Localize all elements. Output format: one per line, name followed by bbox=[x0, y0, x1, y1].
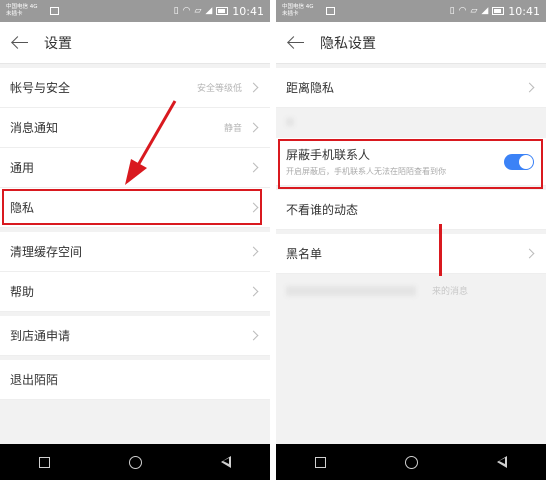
blurred-region bbox=[286, 286, 416, 296]
chevron-right-icon bbox=[248, 162, 259, 173]
carrier-line2: 未插卡 bbox=[6, 11, 23, 17]
wifi-icon: ◠ bbox=[182, 6, 191, 16]
wifi-icon: ◠ bbox=[458, 6, 467, 16]
privacy-row-hide-feed[interactable]: 不看谁的动态 bbox=[276, 190, 546, 230]
vibrate-icon: ▯ bbox=[173, 6, 179, 16]
sim-icon: ▱ bbox=[194, 6, 202, 16]
annotation-line bbox=[439, 224, 442, 276]
annotation-arrow-icon bbox=[125, 100, 177, 185]
square-icon[interactable] bbox=[315, 456, 327, 468]
carrier-info: 中国电信 4G 未插卡 bbox=[282, 4, 322, 18]
triangle-back-icon[interactable] bbox=[220, 456, 231, 468]
status-time: 10:41 bbox=[232, 4, 264, 18]
chevron-right-icon bbox=[524, 82, 535, 93]
row-label: 屏蔽手机联系人 bbox=[286, 148, 371, 162]
signal-icon: ◢ bbox=[205, 6, 213, 16]
privacy-row-blacklist[interactable]: 黑名单 bbox=[276, 234, 546, 274]
battery-icon bbox=[216, 7, 229, 15]
carrier-info: 中国电信 4G 未插卡 bbox=[6, 4, 46, 18]
circle-icon[interactable] bbox=[404, 455, 418, 469]
faint-text: 来的消息 bbox=[432, 287, 469, 297]
chevron-right-icon bbox=[248, 202, 259, 213]
chevron-right-icon bbox=[248, 286, 259, 297]
row-label: 退出陌陌 bbox=[10, 373, 59, 387]
page-title: 设置 bbox=[44, 35, 72, 52]
back-arrow-icon[interactable] bbox=[10, 31, 34, 55]
row-label: 清理缓存空间 bbox=[10, 245, 83, 259]
row-label: 帐号与安全 bbox=[10, 81, 71, 95]
status-time: 10:41 bbox=[508, 4, 540, 18]
privacy-row-distance[interactable]: 距离隐私 bbox=[276, 68, 546, 108]
row-label: 隐私 bbox=[10, 201, 35, 215]
carrier-line1: 中国电信 4G bbox=[6, 4, 38, 10]
settings-row-clear-cache[interactable]: 清理缓存空间 bbox=[0, 232, 270, 272]
system-nav-bar bbox=[276, 444, 546, 480]
sim-icon: ▱ bbox=[470, 6, 478, 16]
top-navbar: 设置 bbox=[0, 22, 270, 64]
image-notification-icon bbox=[50, 7, 59, 15]
page-title: 隐私设置 bbox=[320, 35, 376, 52]
row-label: 帮助 bbox=[10, 285, 35, 299]
chevron-right-icon bbox=[248, 82, 259, 93]
chevron-right-icon bbox=[248, 246, 259, 257]
row-label: 到店通申请 bbox=[10, 329, 71, 343]
chevron-right-icon bbox=[524, 248, 535, 259]
chevron-right-icon bbox=[248, 330, 259, 341]
row-label: 不看谁的动态 bbox=[286, 203, 359, 217]
circle-icon[interactable] bbox=[128, 455, 142, 469]
settings-row-logout[interactable]: 退出陌陌 bbox=[0, 360, 270, 400]
row-subtitle: 开启屏蔽后，手机联系人无法在陌陌查看到你 bbox=[286, 167, 446, 176]
status-bar: 中国电信 4G 未插卡 ▯ ◠ ▱ ◢ 10:41 bbox=[0, 0, 270, 22]
battery-icon bbox=[492, 7, 505, 15]
square-icon[interactable] bbox=[39, 456, 51, 468]
security-level-value: 安全等级低 bbox=[196, 84, 242, 94]
top-navbar: 隐私设置 bbox=[276, 22, 546, 64]
carrier-line2: 未插卡 bbox=[282, 11, 299, 17]
row-label: 距离隐私 bbox=[286, 81, 335, 95]
image-notification-icon bbox=[326, 7, 335, 15]
chevron-right-icon bbox=[248, 122, 259, 133]
vibrate-icon: ▯ bbox=[449, 6, 455, 16]
row-label: 黑名单 bbox=[286, 247, 323, 261]
triangle-back-icon[interactable] bbox=[496, 456, 507, 468]
settings-screen: 中国电信 4G 未插卡 ▯ ◠ ▱ ◢ 10:41 设置 帐号与安全 安全等级低… bbox=[0, 0, 270, 480]
system-nav-bar bbox=[0, 444, 270, 480]
signal-icon: ◢ bbox=[481, 6, 489, 16]
privacy-row-block-contacts[interactable]: 屏蔽手机联系人 开启屏蔽后，手机联系人无法在陌陌查看到你 bbox=[276, 138, 546, 186]
settings-row-store-apply[interactable]: 到店通申请 bbox=[0, 316, 270, 356]
block-contacts-toggle[interactable] bbox=[504, 154, 534, 170]
privacy-settings-screen: 中国电信 4G 未插卡 ▯ ◠ ▱ ◢ 10:41 隐私设置 距离隐私 屏蔽手机… bbox=[276, 0, 546, 480]
back-arrow-icon[interactable] bbox=[286, 31, 310, 55]
status-bar: 中国电信 4G 未插卡 ▯ ◠ ▱ ◢ 10:41 bbox=[276, 0, 546, 22]
carrier-line1: 中国电信 4G bbox=[282, 4, 314, 10]
notification-value: 静音 bbox=[223, 124, 242, 134]
settings-row-help[interactable]: 帮助 bbox=[0, 272, 270, 312]
settings-row-privacy[interactable]: 隐私 bbox=[0, 188, 270, 228]
